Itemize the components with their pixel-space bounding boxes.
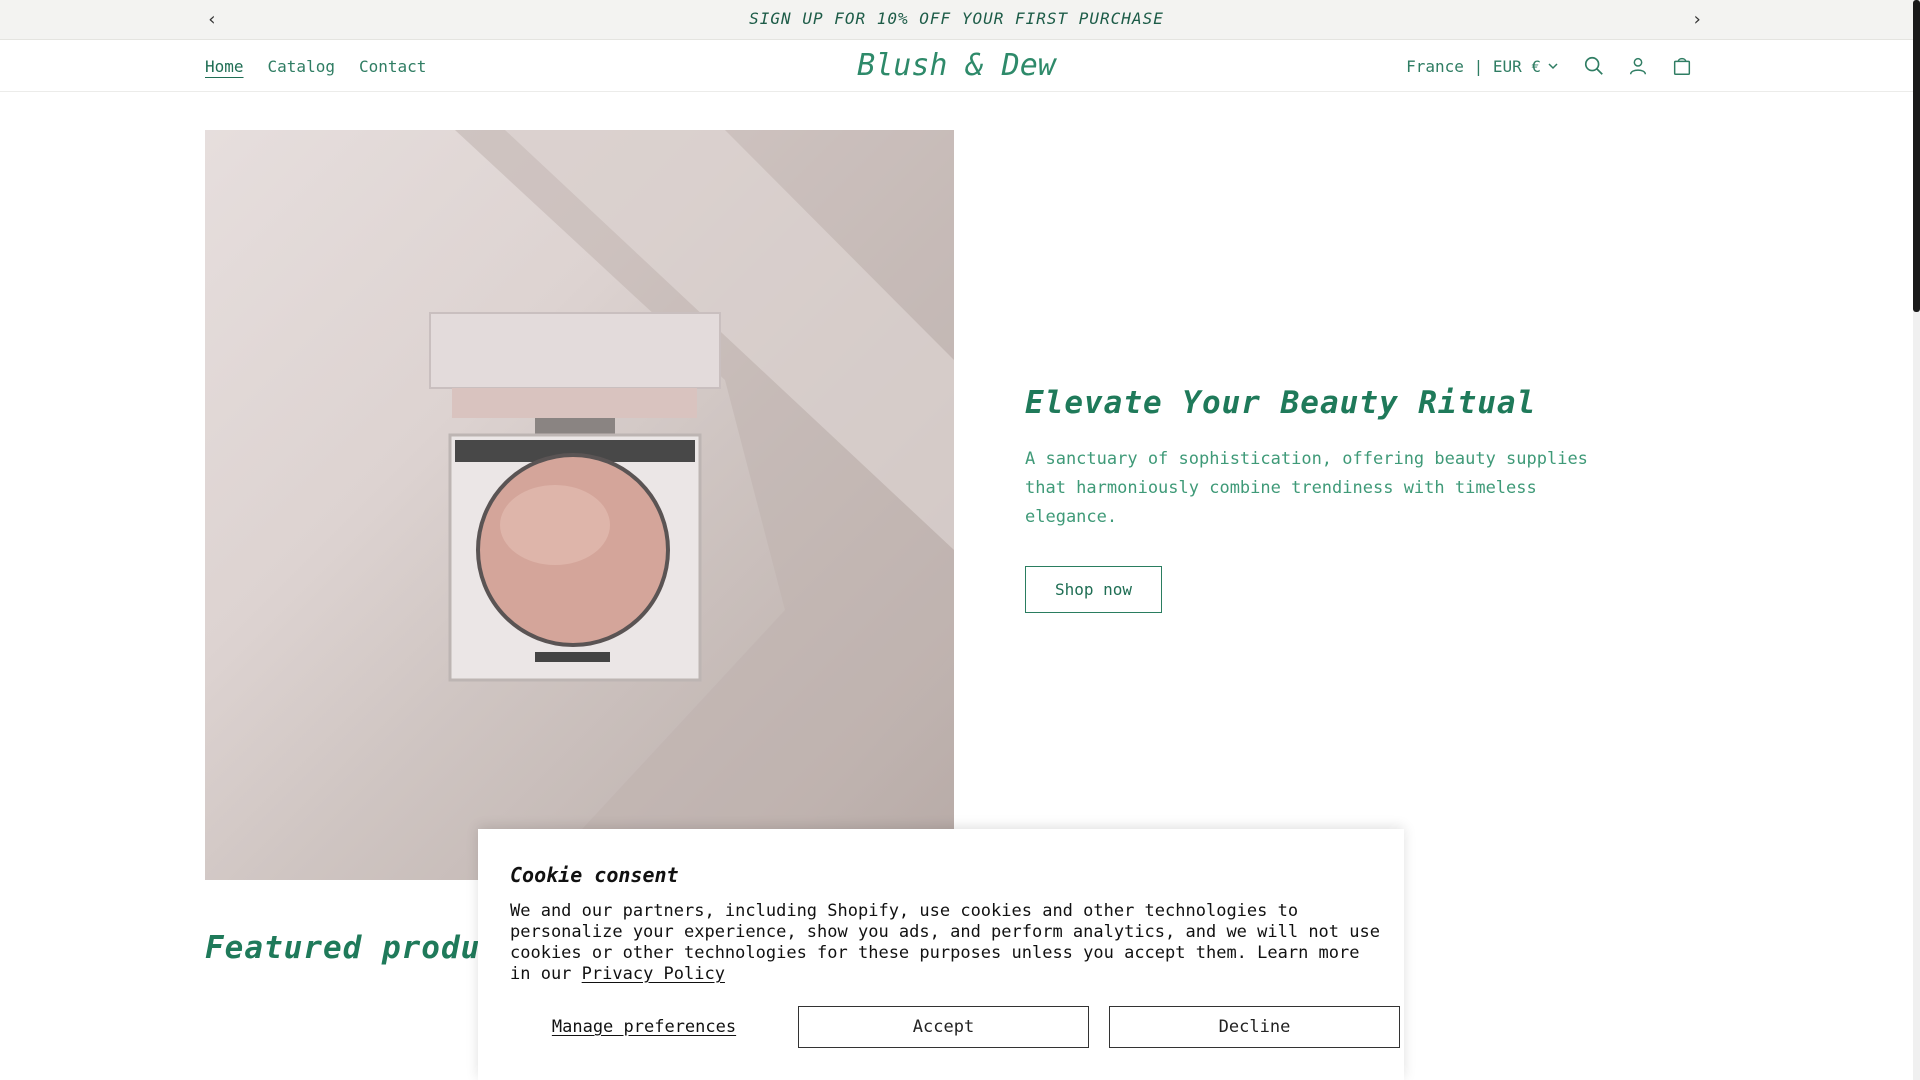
account-icon[interactable] <box>1625 53 1651 79</box>
privacy-policy-link[interactable]: Privacy Policy <box>582 964 725 984</box>
scrollbar-thumb[interactable] <box>1913 0 1920 312</box>
site-logo[interactable]: Blush & Dew <box>857 48 1056 83</box>
cart-icon[interactable] <box>1669 53 1695 79</box>
announcement-message: SIGN UP FOR 10% OFF YOUR FIRST PURCHASE <box>749 9 1164 28</box>
decline-button[interactable]: Decline <box>1109 1006 1400 1048</box>
hero-description: A sanctuary of sophistication, offering … <box>1025 449 1588 527</box>
locale-selector[interactable]: France | EUR € <box>1406 57 1559 76</box>
cookie-actions: Manage preferences Accept Decline <box>510 1006 1400 1048</box>
accept-button[interactable]: Accept <box>798 1006 1089 1048</box>
page-scrollbar[interactable] <box>1913 0 1920 1080</box>
cookie-consent-banner: Cookie consent We and our partners, incl… <box>478 829 1404 1080</box>
manage-preferences-button[interactable]: Manage preferences <box>510 1006 778 1048</box>
search-icon[interactable] <box>1581 53 1607 79</box>
announcement-bar: ‹ SIGN UP FOR 10% OFF YOUR FIRST PURCHAS… <box>0 0 1913 40</box>
locale-label: France | EUR € <box>1406 56 1541 76</box>
cookie-text: We and our partners, including Shopify, … <box>510 901 1380 985</box>
cookie-title: Cookie consent <box>510 863 679 887</box>
main-nav: Home Catalog Contact <box>205 40 426 92</box>
site-header: Home Catalog Contact Blush & Dew France … <box>0 40 1913 92</box>
header-actions: France | EUR € <box>1406 40 1695 92</box>
nav-catalog[interactable]: Catalog <box>268 57 335 76</box>
hero-content: Elevate Your Beauty Ritual A sanctuary o… <box>1025 385 1625 613</box>
chevron-right-icon[interactable]: › <box>1685 7 1709 31</box>
nav-home[interactable]: Home <box>205 57 244 76</box>
hero-image <box>205 130 954 880</box>
shop-now-button[interactable]: Shop now <box>1025 566 1163 613</box>
nav-contact[interactable]: Contact <box>359 57 426 76</box>
chevron-down-icon <box>1547 57 1559 76</box>
hero-title: Elevate Your Beauty Ritual <box>1025 385 1537 421</box>
